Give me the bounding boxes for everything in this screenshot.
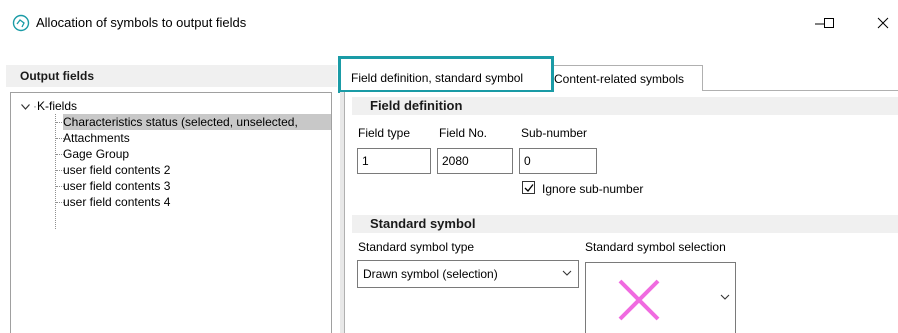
output-fields-tree[interactable]: ·K-fields Characteristics status (select… xyxy=(10,92,332,333)
magenta-x-symbol-icon xyxy=(618,279,660,321)
tab-content-related-symbols[interactable]: Content-related symbols xyxy=(550,65,703,91)
tree-root-label: K-fields xyxy=(37,99,78,113)
standard-symbol-type-label: Standard symbol type xyxy=(358,240,475,254)
tree-guide-line xyxy=(55,114,56,229)
chevron-down-icon xyxy=(562,270,572,276)
close-button[interactable] xyxy=(866,10,898,36)
tab-baseline xyxy=(703,90,898,91)
standard-symbol-type-value: Drawn symbol (selection) xyxy=(363,267,498,281)
chevron-down-icon xyxy=(720,294,730,300)
standard-symbol-selection-label: Standard symbol selection xyxy=(585,240,726,254)
field-type-input[interactable]: 1 xyxy=(357,148,431,174)
sub-number-label: Sub-number xyxy=(521,126,588,140)
maximize-button[interactable] xyxy=(812,10,846,36)
close-icon xyxy=(877,17,889,29)
tree-item-characteristics-status[interactable]: Characteristics status (selected, unsele… xyxy=(63,114,331,130)
field-no-input[interactable]: 2080 xyxy=(437,148,513,174)
tree-item-user-field-2[interactable]: user field contents 2 xyxy=(63,162,170,178)
field-no-label: Field No. xyxy=(439,126,488,140)
sub-number-input[interactable]: 0 xyxy=(519,148,597,174)
field-definition-header: Field definition xyxy=(352,97,898,115)
standard-symbol-type-select[interactable]: Drawn symbol (selection) xyxy=(357,260,579,288)
tree-item-user-field-3[interactable]: user field contents 3 xyxy=(63,178,170,194)
tree-item-attachments[interactable]: Attachments xyxy=(63,130,130,146)
tree-node-k-fields[interactable]: ·K-fields xyxy=(21,98,77,114)
field-type-label: Field type xyxy=(358,126,411,140)
window-title: Allocation of symbols to output fields xyxy=(36,15,247,30)
standard-symbol-header: Standard symbol xyxy=(352,215,898,233)
standard-symbol-selection-select[interactable] xyxy=(585,262,736,333)
output-fields-header: Output fields xyxy=(6,65,337,87)
ignore-sub-number-label[interactable]: Ignore sub-number xyxy=(542,182,643,196)
maximize-icon xyxy=(824,18,834,28)
tree-item-gage-group[interactable]: Gage Group xyxy=(63,146,129,162)
title-bar: Allocation of symbols to output fields xyxy=(0,0,898,46)
tab-field-definition[interactable]: Field definition, standard symbol xyxy=(343,65,551,91)
checkmark-icon xyxy=(524,184,534,192)
ignore-sub-number-checkbox[interactable] xyxy=(522,181,535,194)
chevron-down-icon[interactable] xyxy=(21,100,33,116)
tree-item-user-field-4[interactable]: user field contents 4 xyxy=(63,194,170,210)
app-icon xyxy=(12,14,30,32)
